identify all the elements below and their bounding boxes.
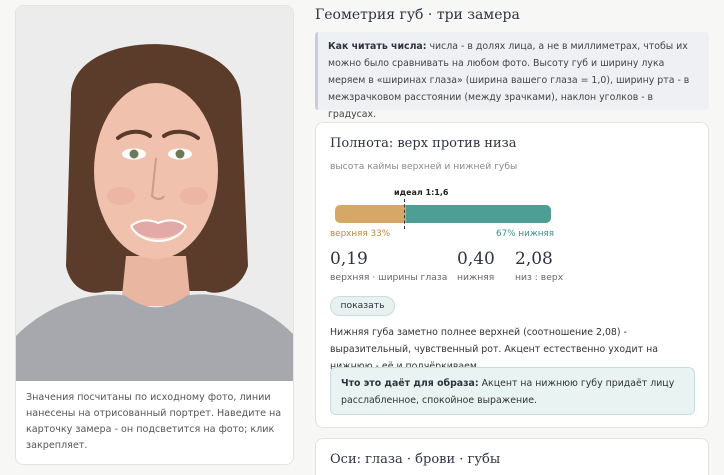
ideal-marker [404,199,405,229]
show-on-photo-button[interactable]: показать [330,296,395,316]
metric-value: 2,08 [515,249,553,269]
info-bold: Как читать числа: [328,41,427,52]
reading-info-box: Как читать числа: числа - в долях лица, … [315,32,709,120]
top-share-label: верхняя 33% [330,229,391,239]
fullness-title: Полнота: верх против низа [330,136,517,151]
hint-bold: Что это даёт для образа: [341,378,479,389]
look-hint-box: Что это даёт для образа: Акцент на нижню… [330,367,695,415]
photo-card: Значения посчитаны по исходному фото, ли… [15,5,294,465]
metric-value: 0,19 [330,249,368,269]
metric-value: 0,40 [457,249,495,269]
metric-label: верхняя · ширины глаза [330,272,448,283]
metric-label: низ : верх [515,272,564,283]
fullness-bar [335,205,551,223]
fullness-subtitle: высота каймы верхней и нижней губы [330,161,518,172]
photo-caption: Значения посчитаны по исходному фото, ли… [26,392,282,451]
ideal-ratio-label: идеал 1:1,6 [394,188,449,197]
metric-ratio: 2,08 низ : верх [515,249,563,283]
axes-title: Оси: глаза · брови · губы [330,452,501,467]
bar-bottom-segment [406,205,551,223]
fullness-card[interactable]: Полнота: верх против низа высота каймы в… [315,122,709,428]
bar-top-segment [335,205,407,223]
info-text: числа - в долях лица, а не в миллиметрах… [328,41,690,120]
portrait-image [16,6,293,381]
bottom-share-label: 67% нижняя [496,229,555,239]
axes-card[interactable]: Оси: глаза · брови · губы [315,438,709,475]
metric-lower: 0,40 нижняя [457,249,495,283]
metric-upper: 0,19 верхняя · ширины глаза [330,249,447,283]
page-title: Геометрия губ · три замера [315,7,520,23]
metric-label: нижняя [457,272,495,283]
